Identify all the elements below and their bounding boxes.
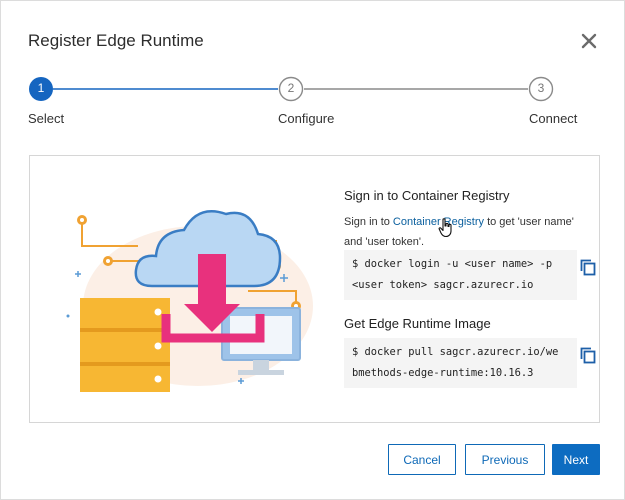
register-edge-runtime-dialog: Register Edge Runtime 1 2 3 Select Confi…: [0, 0, 625, 500]
docker-pull-code-block[interactable]: $ docker pull sagcr.azurecr.io/we bmetho…: [344, 338, 577, 388]
cancel-button[interactable]: Cancel: [388, 444, 456, 475]
docker-login-line-1: $ docker login -u <user name> -p: [352, 258, 553, 270]
docker-pull-line-1: $ docker pull sagcr.azurecr.io/we: [352, 346, 559, 358]
content-panel: Sign in to Container Registry Sign in to…: [29, 155, 600, 423]
edge-runtime-image-heading: Get Edge Runtime Image: [344, 316, 491, 331]
copy-icon[interactable]: [579, 258, 597, 276]
server-stack: [80, 298, 170, 392]
step-3-number: 3: [537, 81, 545, 95]
step-2-number: 2: [287, 81, 295, 95]
previous-button[interactable]: Previous: [465, 444, 545, 475]
signin-heading: Sign in to Container Registry: [344, 188, 510, 203]
step-label-connect: Connect: [529, 111, 578, 126]
docker-login-line-2: <user token> sagcr.azurecr.io: [352, 279, 534, 291]
step-1-number: 1: [37, 81, 45, 95]
next-button[interactable]: Next: [552, 444, 600, 475]
step-label-select: Select: [28, 111, 65, 126]
signin-description: Sign in to Container Registry to get 'us…: [344, 212, 594, 252]
docker-registry-illustration: [66, 210, 313, 392]
signin-text-before: Sign in to: [344, 216, 393, 228]
docker-pull-line-2: bmethods-edge-runtime:10.16.3: [352, 367, 534, 379]
docker-login-code-block[interactable]: $ docker login -u <user name> -p <user t…: [344, 250, 577, 300]
copy-icon[interactable]: [579, 346, 597, 364]
step-label-configure: Configure: [278, 111, 335, 126]
hand-cursor-icon: [438, 218, 452, 238]
